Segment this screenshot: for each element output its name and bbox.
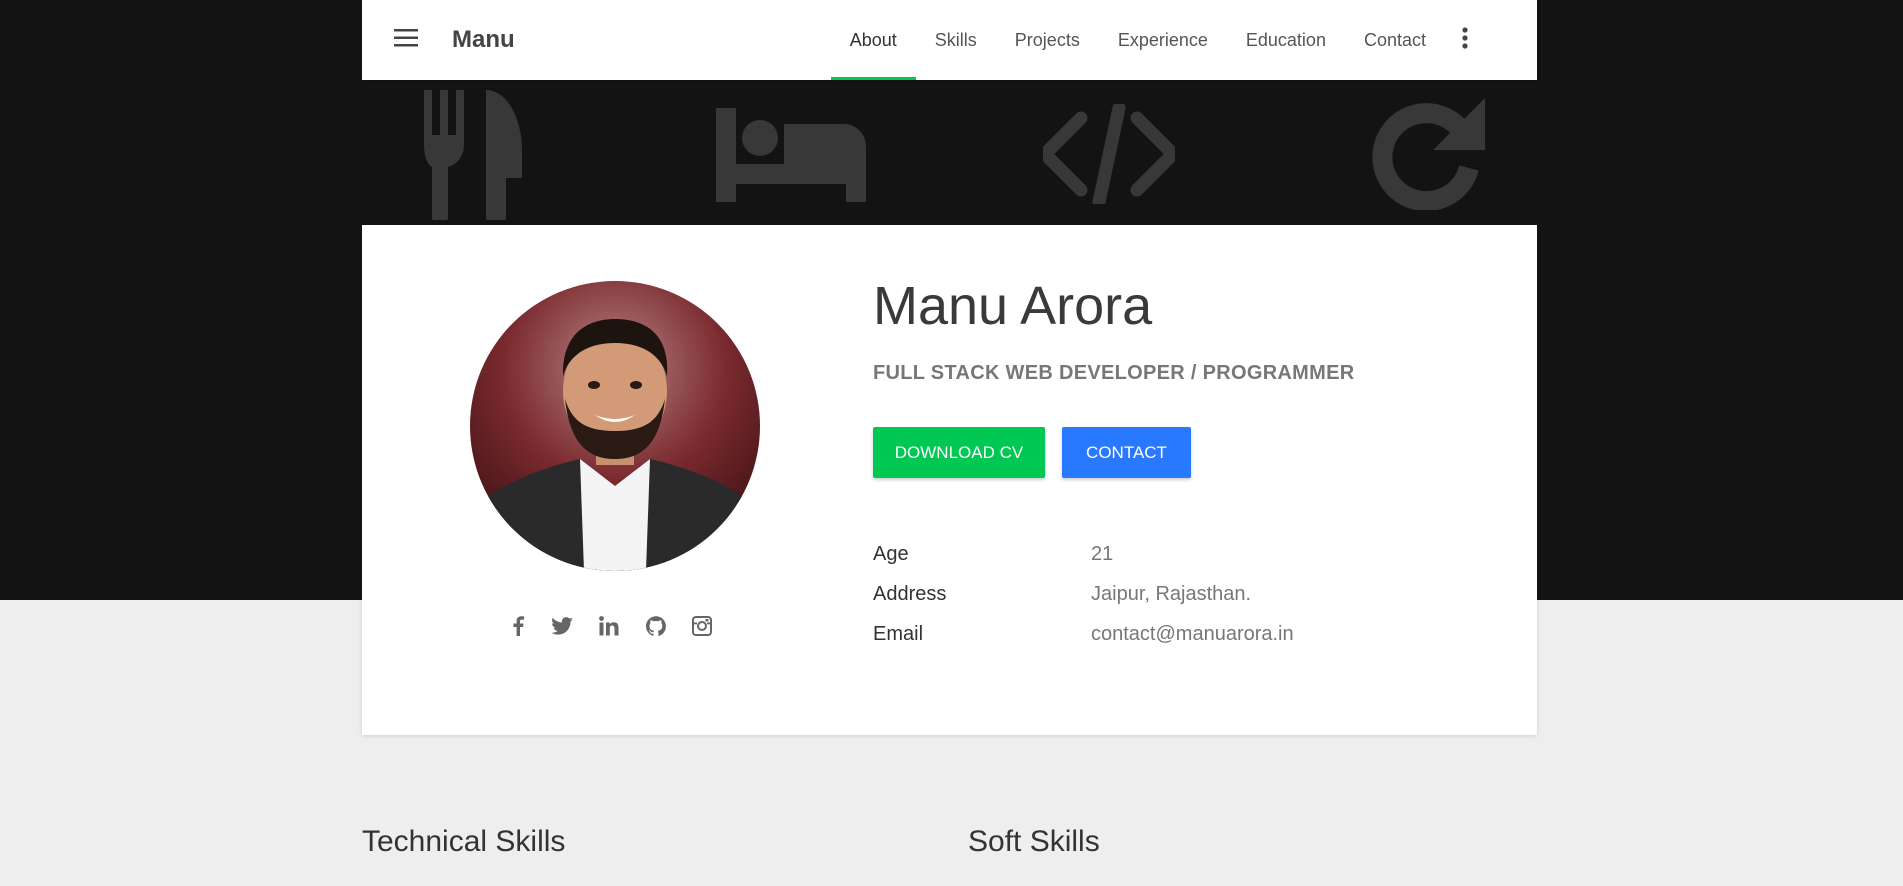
nav-link-skills[interactable]: Skills <box>916 0 996 80</box>
contact-button[interactable]: CONTACT <box>1062 427 1191 478</box>
code-icon <box>1043 104 1175 204</box>
more-options-button[interactable] <box>1445 0 1485 80</box>
more-vert-icon <box>1462 26 1468 54</box>
twitter-icon[interactable] <box>550 617 573 635</box>
info-value: contact@manuarora.in <box>1091 623 1294 645</box>
info-label: Age <box>873 543 909 565</box>
info-value: Jaipur, Rajasthan. <box>1091 583 1252 605</box>
info-row-email: Email contact@manuarora.in <box>873 623 1294 646</box>
nav-link-about[interactable]: About <box>830 0 916 80</box>
social-links <box>512 611 712 641</box>
hamburger-icon <box>394 28 418 52</box>
top-navbar: Manu About Skills Projects Experience Ed… <box>362 0 1537 80</box>
info-label: Email <box>873 623 924 645</box>
profile-name: Manu Arora <box>873 276 1153 336</box>
brand-title[interactable]: Manu <box>452 26 515 54</box>
menu-button[interactable] <box>384 18 428 62</box>
refresh-icon <box>1369 98 1485 210</box>
avatar <box>470 281 760 571</box>
profile-role: FULL STACK WEB DEVELOPER / PROGRAMMER <box>873 362 1355 384</box>
info-label: Address <box>873 583 947 605</box>
github-icon[interactable] <box>645 616 666 636</box>
technical-skills-title: Technical Skills <box>362 825 566 858</box>
nav-link-experience[interactable]: Experience <box>1099 0 1227 80</box>
info-row-age: Age 21 <box>873 543 1113 566</box>
linkedin-icon[interactable] <box>599 616 619 636</box>
info-row-address: Address Jaipur, Rajasthan. <box>873 583 1251 606</box>
download-cv-button[interactable]: DOWNLOAD CV <box>873 427 1045 478</box>
nav-link-projects[interactable]: Projects <box>996 0 1099 80</box>
profile-card: Manu Arora FULL STACK WEB DEVELOPER / PR… <box>362 225 1537 735</box>
fork-knife-icon <box>420 90 524 220</box>
nav-link-contact[interactable]: Contact <box>1345 0 1445 80</box>
info-value: 21 <box>1091 543 1114 565</box>
nav-links: About Skills Projects Experience Educati… <box>830 0 1445 80</box>
nav-link-education[interactable]: Education <box>1227 0 1345 80</box>
instagram-icon[interactable] <box>692 616 712 636</box>
facebook-icon[interactable] <box>512 616 524 636</box>
bed-icon <box>716 108 866 202</box>
soft-skills-title: Soft Skills <box>968 825 1100 858</box>
